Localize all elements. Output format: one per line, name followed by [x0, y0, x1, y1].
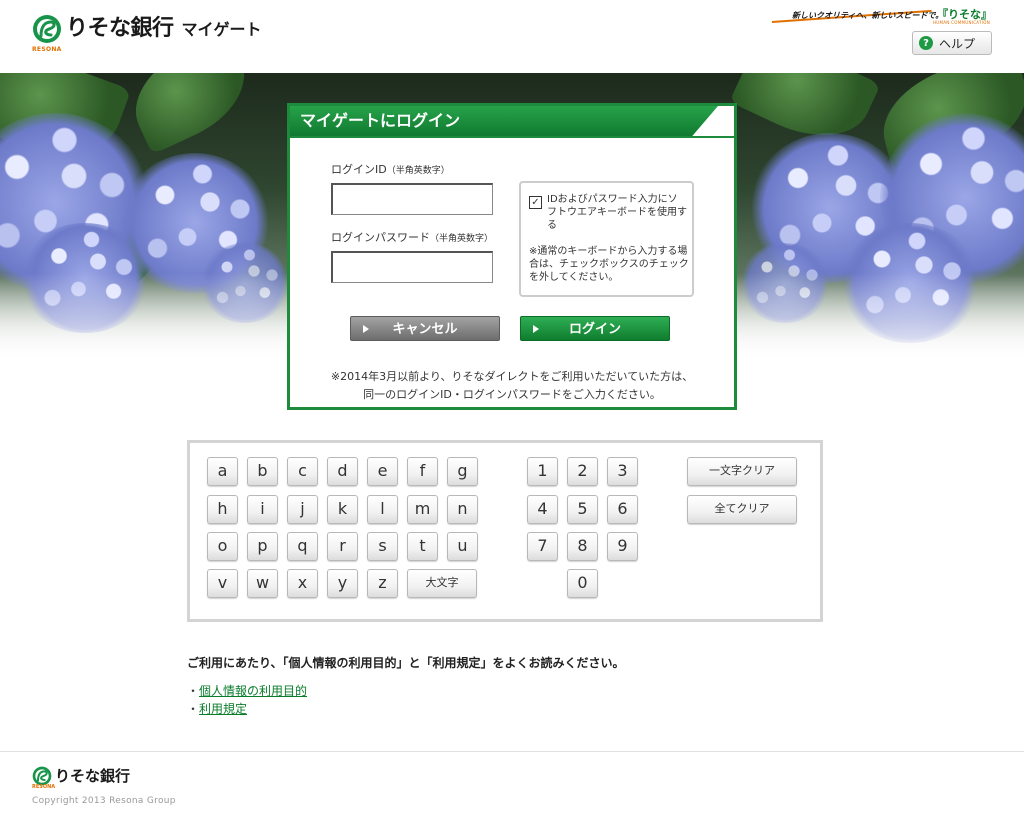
arrow-right-icon — [363, 325, 369, 333]
login-password-label: ログインパスワード（半角英数字） — [331, 229, 493, 245]
key-i[interactable]: i — [247, 495, 278, 524]
copyright: Copyright 2013 Resona Group — [32, 796, 176, 806]
footer-divider — [0, 751, 1024, 752]
clear-one-char-key[interactable]: 一文字クリア — [687, 457, 797, 486]
key-k[interactable]: k — [327, 495, 358, 524]
key-l[interactable]: l — [367, 495, 398, 524]
terms-list-item: ・個人情報の利用目的 — [187, 682, 307, 699]
key-4[interactable]: 4 — [527, 495, 558, 524]
migration-note-line2: 同一のログインID・ログインパスワードをご入力ください。 — [363, 388, 661, 401]
key-n[interactable]: n — [447, 495, 478, 524]
key-a[interactable]: a — [207, 457, 238, 486]
key-r[interactable]: r — [327, 532, 358, 561]
footer-logo: りそな銀行 — [32, 765, 130, 786]
footer-logo-subtext: RESONA — [32, 784, 56, 790]
uppercase-toggle-key[interactable]: 大文字 — [407, 569, 477, 598]
key-2[interactable]: 2 — [567, 457, 598, 486]
resona-logo[interactable]: りそな銀行 マイゲート RESONA — [32, 14, 262, 53]
login-id-label: ログインID（半角英数字） — [331, 161, 450, 177]
migration-note-line1: ※2014年3月以前より、りそなダイレクトをご利用いただいていた方は、 — [330, 370, 694, 383]
software-keyboard-option: ✓ IDおよびパスワード入力にソフトウエアキーボードを使用する ※通常のキーボー… — [519, 181, 694, 297]
key-7[interactable]: 7 — [527, 532, 558, 561]
bullet: ・ — [187, 684, 200, 698]
brand-name: りそな銀行 — [66, 16, 174, 41]
bullet: ・ — [187, 702, 200, 716]
key-w[interactable]: w — [247, 569, 278, 598]
key-8[interactable]: 8 — [567, 532, 598, 561]
key-b[interactable]: b — [247, 457, 278, 486]
tagline-text: 新しいクオリティへ、新しいスピードで。 — [792, 11, 944, 20]
software-keyboard: a b c d e f g h i j k l m n o p q r s t … — [187, 440, 823, 622]
key-d[interactable]: d — [327, 457, 358, 486]
logo-subtext: RESONA — [32, 46, 62, 53]
product-name: マイゲート — [181, 20, 262, 39]
header: りそな銀行 マイゲート RESONA 新しいクオリティへ、新しいスピードで。 『… — [0, 0, 1024, 73]
resona-logo-icon — [33, 15, 61, 43]
migration-note: ※2014年3月以前より、りそなダイレクトをご利用いただいていた方は、 同一のロ… — [290, 368, 734, 404]
key-1[interactable]: 1 — [527, 457, 558, 486]
help-label: ヘルプ — [939, 36, 976, 51]
resona-logo-icon — [32, 766, 52, 785]
key-0[interactable]: 0 — [567, 569, 598, 598]
key-f[interactable]: f — [407, 457, 438, 486]
login-password-hint: （半角英数字） — [430, 234, 494, 244]
login-button-label: ログイン — [568, 322, 621, 337]
login-id-input[interactable] — [331, 183, 493, 215]
terms-of-use-link[interactable]: 利用規定 — [199, 702, 247, 716]
software-keyboard-note: ※通常のキーボードから入力する場合は、チェックボックスのチェックを外してください… — [529, 246, 689, 283]
key-c[interactable]: c — [287, 457, 318, 486]
login-id-label-text: ログインID — [331, 163, 387, 176]
key-z[interactable]: z — [367, 569, 398, 598]
login-button[interactable]: ログイン — [520, 316, 670, 341]
key-p[interactable]: p — [247, 532, 278, 561]
clear-all-key[interactable]: 全てクリア — [687, 495, 797, 524]
login-title: マイゲートにログイン — [290, 106, 718, 136]
key-e[interactable]: e — [367, 457, 398, 486]
help-icon: ? — [919, 36, 933, 50]
key-6[interactable]: 6 — [607, 495, 638, 524]
software-keyboard-checkbox-label[interactable]: IDおよびパスワード入力にソフトウエアキーボードを使用する — [547, 193, 687, 232]
key-x[interactable]: x — [287, 569, 318, 598]
key-h[interactable]: h — [207, 495, 238, 524]
terms-list-item: ・利用規定 — [187, 700, 247, 717]
login-password-input[interactable] — [331, 251, 493, 283]
key-s[interactable]: s — [367, 532, 398, 561]
brand-tagline: 新しいクオリティへ、新しいスピードで。 『りそな』 HUMAN COMMUNIC… — [771, 6, 992, 26]
key-u[interactable]: u — [447, 532, 478, 561]
tagline-subtext: HUMAN COMMUNICATION — [932, 20, 990, 25]
key-9[interactable]: 9 — [607, 532, 638, 561]
key-m[interactable]: m — [407, 495, 438, 524]
key-g[interactable]: g — [447, 457, 478, 486]
help-button[interactable]: ? ヘルプ — [912, 31, 992, 55]
login-panel: マイゲートにログイン ログインID（半角英数字） ログインパスワード（半角英数字… — [287, 103, 737, 410]
cancel-button[interactable]: キャンセル — [350, 316, 500, 341]
login-title-underline — [290, 136, 734, 138]
footer-brand: りそな銀行 — [55, 767, 131, 785]
key-3[interactable]: 3 — [607, 457, 638, 486]
login-password-label-text: ログインパスワード — [331, 231, 430, 244]
key-j[interactable]: j — [287, 495, 318, 524]
login-id-hint: （半角英数字） — [386, 166, 450, 176]
terms-notice: ご利用にあたり、「個人情報の利用目的」と「利用規定」をよくお読みください。 — [187, 656, 625, 670]
key-5[interactable]: 5 — [567, 495, 598, 524]
software-keyboard-checkbox[interactable]: ✓ — [529, 196, 542, 209]
cancel-button-label: キャンセル — [392, 322, 458, 337]
key-y[interactable]: y — [327, 569, 358, 598]
key-o[interactable]: o — [207, 532, 238, 561]
privacy-purpose-link[interactable]: 個人情報の利用目的 — [199, 684, 307, 698]
key-q[interactable]: q — [287, 532, 318, 561]
key-t[interactable]: t — [407, 532, 438, 561]
leaf-image — [118, 73, 262, 155]
key-v[interactable]: v — [207, 569, 238, 598]
arrow-right-icon — [533, 325, 539, 333]
